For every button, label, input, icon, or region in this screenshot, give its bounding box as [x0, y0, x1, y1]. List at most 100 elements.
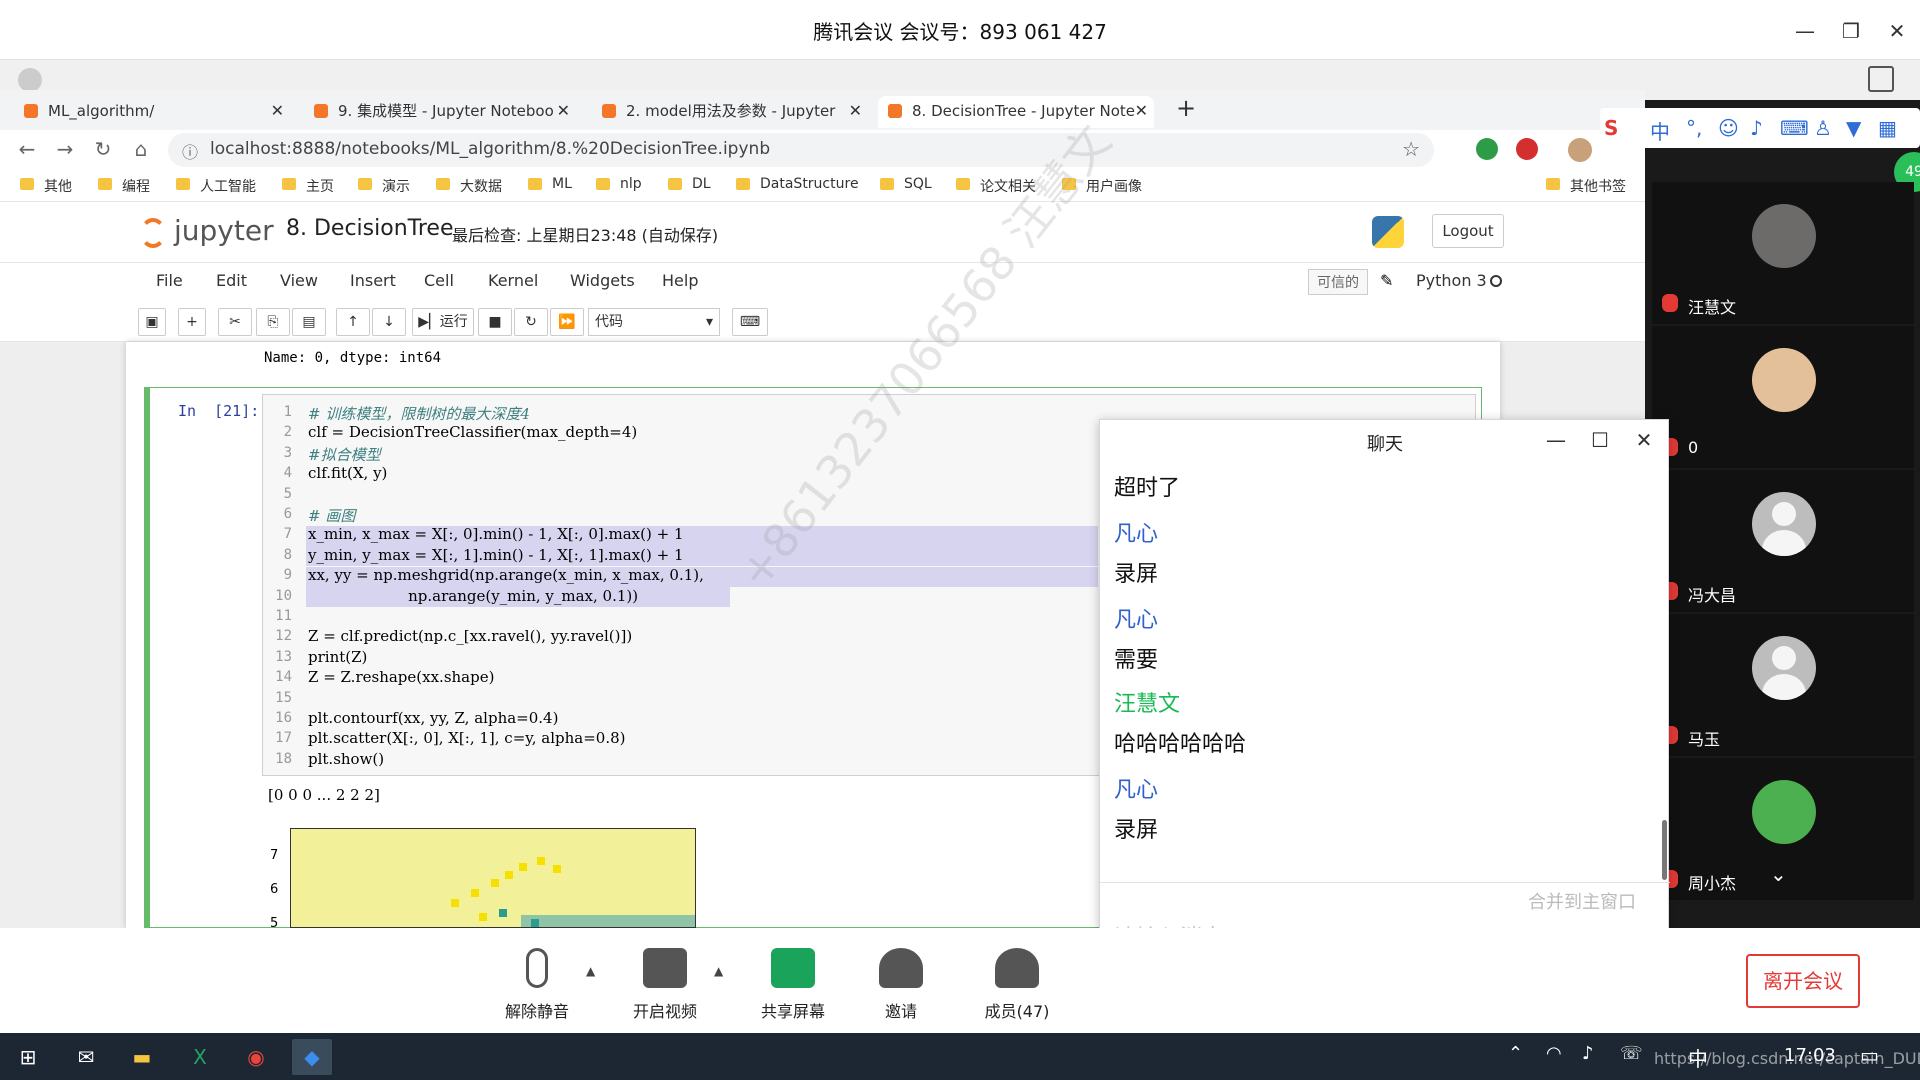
- chevron-down-icon[interactable]: ⌄: [1770, 862, 1787, 886]
- excel-icon[interactable]: X: [180, 1039, 220, 1075]
- close-icon[interactable]: ✕: [271, 96, 284, 126]
- punctuation-icon[interactable]: °,: [1686, 116, 1702, 140]
- menu-help[interactable]: Help: [662, 271, 698, 290]
- cell-type-select[interactable]: 代码 ▾: [588, 308, 720, 336]
- bookmark[interactable]: ML: [528, 176, 572, 192]
- share-screen-button[interactable]: 共享屏幕: [748, 948, 838, 1022]
- menu-insert[interactable]: Insert: [350, 271, 396, 290]
- jupyter-logo-text[interactable]: jupyter: [174, 214, 274, 247]
- restart-icon[interactable]: ↻: [514, 308, 548, 336]
- code-line[interactable]: plt.contourf(xx, yy, Z, alpha=0.4): [308, 709, 558, 727]
- merge-to-main-window-link[interactable]: 合并到主窗口: [1528, 888, 1636, 914]
- run-button[interactable]: ▶▏运行: [412, 308, 474, 336]
- code-line[interactable]: # 训练模型，限制树的最大深度4: [308, 403, 530, 424]
- add-cell-icon[interactable]: +: [178, 308, 206, 336]
- keyboard-icon[interactable]: ⌨: [1780, 116, 1809, 140]
- chat-maximize-button[interactable]: ☐: [1586, 426, 1614, 454]
- mail-icon[interactable]: ✉: [66, 1039, 106, 1075]
- bookmark[interactable]: 大数据: [436, 176, 502, 196]
- logout-button[interactable]: Logout: [1432, 214, 1504, 248]
- evernote-icon[interactable]: [1476, 138, 1498, 160]
- code-line[interactable]: xx, yy = np.meshgrid(np.arange(x_min, x_…: [308, 566, 704, 584]
- notebook-title[interactable]: 8. DecisionTree: [286, 216, 453, 241]
- leave-meeting-button[interactable]: 离开会议: [1746, 954, 1860, 1008]
- participant-tile[interactable]: 马玉: [1652, 614, 1914, 756]
- chat-close-button[interactable]: ✕: [1630, 426, 1658, 454]
- file-explorer-icon[interactable]: ▬: [122, 1039, 162, 1075]
- tray-clock[interactable]: 17:03: [1784, 1045, 1836, 1066]
- close-icon[interactable]: ✕: [1135, 96, 1148, 126]
- wifi-icon[interactable]: ◠: [1546, 1043, 1562, 1064]
- new-tab-button[interactable]: +: [1176, 94, 1196, 122]
- chevron-up-icon[interactable]: ⌃: [1508, 1043, 1523, 1064]
- save-icon[interactable]: ▣: [138, 308, 166, 336]
- menu-widgets[interactable]: Widgets: [570, 271, 635, 290]
- bookmark[interactable]: nlp: [596, 176, 642, 192]
- start-menu-icon[interactable]: ⊞: [8, 1039, 48, 1075]
- bookmark[interactable]: 人工智能: [176, 176, 256, 196]
- move-up-icon[interactable]: ↑: [336, 308, 370, 336]
- ime-lang-icon[interactable]: 中: [1650, 116, 1670, 145]
- close-button[interactable]: ✕: [1880, 14, 1914, 48]
- code-line[interactable]: y_min, y_max = X[:, 1].min() - 1, X[:, 1…: [308, 546, 684, 564]
- close-icon[interactable]: ✕: [557, 96, 570, 126]
- chevron-up-icon[interactable]: ▲: [586, 964, 595, 978]
- forward-icon[interactable]: →: [52, 136, 78, 162]
- volume-icon[interactable]: ♪: [1582, 1043, 1594, 1064]
- chat-minimize-button[interactable]: —: [1542, 426, 1570, 454]
- edit-pencil-icon[interactable]: ✎: [1380, 271, 1393, 290]
- code-line[interactable]: # 画图: [308, 505, 355, 526]
- browser-tab-active[interactable]: 8. DecisionTree - Jupyter Note ✕: [878, 96, 1154, 128]
- paste-icon[interactable]: ▤: [292, 308, 326, 336]
- participant-tile[interactable]: 0: [1652, 326, 1914, 468]
- profile-icon[interactable]: [1568, 138, 1592, 162]
- close-icon[interactable]: ✕: [849, 96, 862, 126]
- code-line[interactable]: np.arange(y_min, y_max, 0.1)): [308, 587, 638, 605]
- notification-icon[interactable]: ▭: [1860, 1043, 1879, 1067]
- menu-kernel[interactable]: Kernel: [488, 271, 538, 290]
- tray-language[interactable]: 中: [1688, 1043, 1708, 1072]
- invite-button[interactable]: 邀请: [856, 948, 946, 1022]
- code-line[interactable]: clf = DecisionTreeClassifier(max_depth=4…: [308, 423, 637, 441]
- tencent-meeting-icon[interactable]: ◆: [292, 1039, 332, 1075]
- other-bookmarks[interactable]: 其他书签: [1546, 176, 1626, 196]
- start-video-button[interactable]: 开启视频: [620, 948, 710, 1022]
- bookmark[interactable]: 主页: [282, 176, 334, 196]
- move-down-icon[interactable]: ↓: [372, 308, 406, 336]
- star-icon[interactable]: ☆: [1402, 137, 1420, 161]
- url-bar[interactable]: ⓘ localhost:8888/notebooks/ML_algorithm/…: [168, 133, 1434, 167]
- copy-icon[interactable]: ⎘: [256, 308, 290, 336]
- cut-icon[interactable]: ✂: [218, 308, 252, 336]
- code-line[interactable]: Z = clf.predict(np.c_[xx.ravel(), yy.rav…: [308, 627, 632, 645]
- minimize-button[interactable]: —: [1788, 14, 1822, 48]
- chat-scrollbar[interactable]: [1662, 820, 1667, 880]
- grid-icon[interactable]: ▦: [1878, 116, 1897, 140]
- skin-icon[interactable]: ▼: [1846, 116, 1861, 140]
- code-line[interactable]: print(Z): [308, 648, 367, 666]
- unmute-button[interactable]: 解除静音: [492, 948, 582, 1022]
- participant-tile[interactable]: 汪慧文: [1652, 182, 1914, 324]
- kernel-name[interactable]: Python 3: [1416, 271, 1487, 290]
- fast-forward-icon[interactable]: ⏩: [550, 308, 584, 336]
- code-line[interactable]: clf.fit(X, y): [308, 464, 387, 482]
- bookmark[interactable]: 其他: [20, 176, 72, 196]
- code-line[interactable]: x_min, x_max = X[:, 0].min() - 1, X[:, 0…: [308, 525, 683, 543]
- browser-tab[interactable]: 9. 集成模型 - Jupyter Noteboo ✕: [304, 96, 576, 128]
- home-icon[interactable]: ⌂: [128, 136, 154, 162]
- browser-tab[interactable]: ML_algorithm/ ✕: [14, 96, 290, 128]
- restore-button[interactable]: ❐: [1834, 14, 1868, 48]
- bookmark[interactable]: DL: [668, 176, 711, 192]
- browser-tab[interactable]: 2. model用法及参数 - Jupyter ✕: [592, 96, 868, 128]
- code-line[interactable]: Z = Z.reshape(xx.shape): [308, 668, 494, 686]
- members-button[interactable]: 成员(47): [972, 948, 1062, 1022]
- trusted-badge[interactable]: 可信的: [1308, 269, 1368, 295]
- chrome-icon[interactable]: ◉: [236, 1039, 276, 1075]
- meeting-tray-icon[interactable]: ☏: [1620, 1043, 1643, 1064]
- mic-icon[interactable]: ♪: [1750, 116, 1763, 140]
- user-icon[interactable]: ♙: [1814, 116, 1832, 140]
- emoji-icon[interactable]: ☺: [1718, 116, 1739, 140]
- bookmark[interactable]: 编程: [98, 176, 150, 196]
- sogou-icon[interactable]: S: [1604, 116, 1618, 140]
- code-line[interactable]: plt.show(): [308, 750, 384, 768]
- participant-tile[interactable]: 冯大昌: [1652, 470, 1914, 612]
